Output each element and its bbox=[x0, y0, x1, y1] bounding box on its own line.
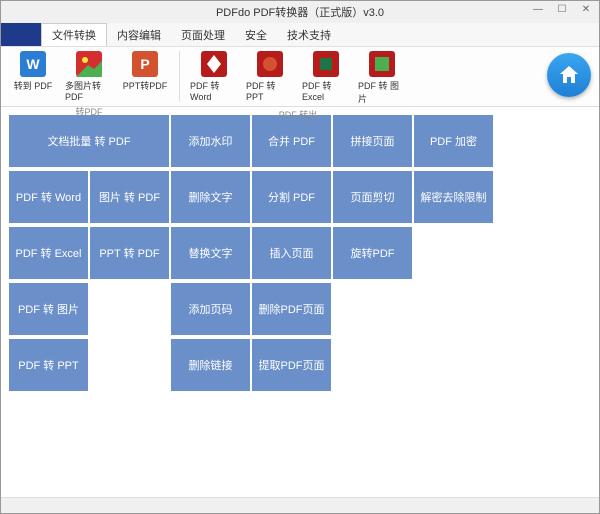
home-icon bbox=[557, 63, 581, 87]
image-icon bbox=[76, 51, 102, 77]
ppt-icon: P bbox=[132, 51, 158, 77]
tile-pdf-to-image[interactable]: PDF 转 图片 bbox=[9, 283, 88, 335]
tile-pdf-to-word[interactable]: PDF 转 Word bbox=[9, 171, 88, 223]
pdf-ppt-icon bbox=[257, 51, 283, 77]
statusbar bbox=[1, 497, 599, 513]
window-title: PDFdo PDF转换器（正式版）v3.0 bbox=[216, 4, 384, 20]
tool-images-to-pdf[interactable]: 多图片转PDF bbox=[61, 49, 117, 104]
menubar: 文件转换 内容编辑 页面处理 安全 技术支持 bbox=[1, 23, 599, 47]
tab-content-edit[interactable]: 内容编辑 bbox=[107, 23, 171, 46]
pdf-word-icon bbox=[201, 51, 227, 77]
tab-support[interactable]: 技术支持 bbox=[277, 23, 341, 46]
minimize-icon[interactable]: — bbox=[529, 3, 547, 17]
tile-decrypt[interactable]: 解密去除限制 bbox=[414, 171, 493, 223]
svg-text:P: P bbox=[140, 56, 149, 72]
tile-pdf-to-excel[interactable]: PDF 转 Excel bbox=[9, 227, 88, 279]
tile-add-watermark[interactable]: 添加水印 bbox=[171, 115, 250, 167]
tool-group-to-pdf: W 转到 PDF 多图片转PDF P PPT转PDF 转PDF bbox=[1, 47, 177, 106]
tab-security[interactable]: 安全 bbox=[235, 23, 277, 46]
tile-image-to-pdf[interactable]: 图片 转 PDF bbox=[90, 171, 169, 223]
window-controls: — ☐ ✕ bbox=[529, 3, 595, 17]
close-icon[interactable]: ✕ bbox=[577, 3, 595, 17]
tile-ppt-to-pdf[interactable]: PPT 转 PDF bbox=[90, 227, 169, 279]
tile-grid: 文档批量 转 PDF 添加水印 合并 PDF 拼接页面 PDF 加密 PDF 转… bbox=[9, 115, 591, 391]
tile-crop-page[interactable]: 页面剪切 bbox=[333, 171, 412, 223]
toolbar: W 转到 PDF 多图片转PDF P PPT转PDF 转PDF PDF 转 Wo… bbox=[1, 47, 599, 107]
tool-to-pdf[interactable]: W 转到 PDF bbox=[5, 49, 61, 104]
svg-text:W: W bbox=[26, 56, 40, 72]
toolbar-divider bbox=[179, 51, 180, 102]
menu-accent bbox=[1, 23, 41, 46]
home-button[interactable] bbox=[547, 53, 591, 97]
tile-delete-link[interactable]: 删除链接 bbox=[171, 339, 250, 391]
tile-replace-text[interactable]: 替换文字 bbox=[171, 227, 250, 279]
tool-pdf-to-ppt[interactable]: PDF 转 PPT bbox=[242, 49, 298, 107]
content-area: 文档批量 转 PDF 添加水印 合并 PDF 拼接页面 PDF 加密 PDF 转… bbox=[1, 107, 599, 497]
tile-rotate-pdf[interactable]: 旋转PDF bbox=[333, 227, 412, 279]
tile-extract-page[interactable]: 提取PDF页面 bbox=[252, 339, 331, 391]
pdf-image-icon bbox=[369, 51, 395, 77]
tab-file-convert[interactable]: 文件转换 bbox=[41, 23, 107, 46]
titlebar: PDFdo PDF转换器（正式版）v3.0 — ☐ ✕ bbox=[1, 1, 599, 23]
tool-group-from-pdf: PDF 转 Word PDF 转 PPT PDF 转 Excel PDF 转 图… bbox=[182, 47, 414, 106]
tool-pdf-to-image[interactable]: PDF 转 图片 bbox=[354, 49, 410, 107]
tile-delete-text[interactable]: 删除文字 bbox=[171, 171, 250, 223]
tile-delete-page[interactable]: 删除PDF页面 bbox=[252, 283, 331, 335]
group-label-to-pdf: 转PDF bbox=[75, 105, 102, 118]
group-label-from-pdf: PDF 转出 bbox=[279, 108, 318, 121]
word-icon: W bbox=[20, 51, 46, 77]
tool-ppt-to-pdf[interactable]: P PPT转PDF bbox=[117, 49, 173, 104]
tile-batch-to-pdf[interactable]: 文档批量 转 PDF bbox=[9, 115, 169, 167]
tool-pdf-to-word[interactable]: PDF 转 Word bbox=[186, 49, 242, 107]
tab-page-process[interactable]: 页面处理 bbox=[171, 23, 235, 46]
tile-split-pdf[interactable]: 分割 PDF bbox=[252, 171, 331, 223]
maximize-icon[interactable]: ☐ bbox=[553, 3, 571, 17]
pdf-excel-icon bbox=[313, 51, 339, 77]
tile-pdf-to-ppt[interactable]: PDF 转 PPT bbox=[9, 339, 88, 391]
tile-insert-page[interactable]: 插入页面 bbox=[252, 227, 331, 279]
tile-add-pagenum[interactable]: 添加页码 bbox=[171, 283, 250, 335]
tile-join-pages[interactable]: 拼接页面 bbox=[333, 115, 412, 167]
tile-merge-pdf[interactable]: 合并 PDF bbox=[252, 115, 331, 167]
tool-pdf-to-excel[interactable]: PDF 转 Excel bbox=[298, 49, 354, 107]
tile-encrypt-pdf[interactable]: PDF 加密 bbox=[414, 115, 493, 167]
